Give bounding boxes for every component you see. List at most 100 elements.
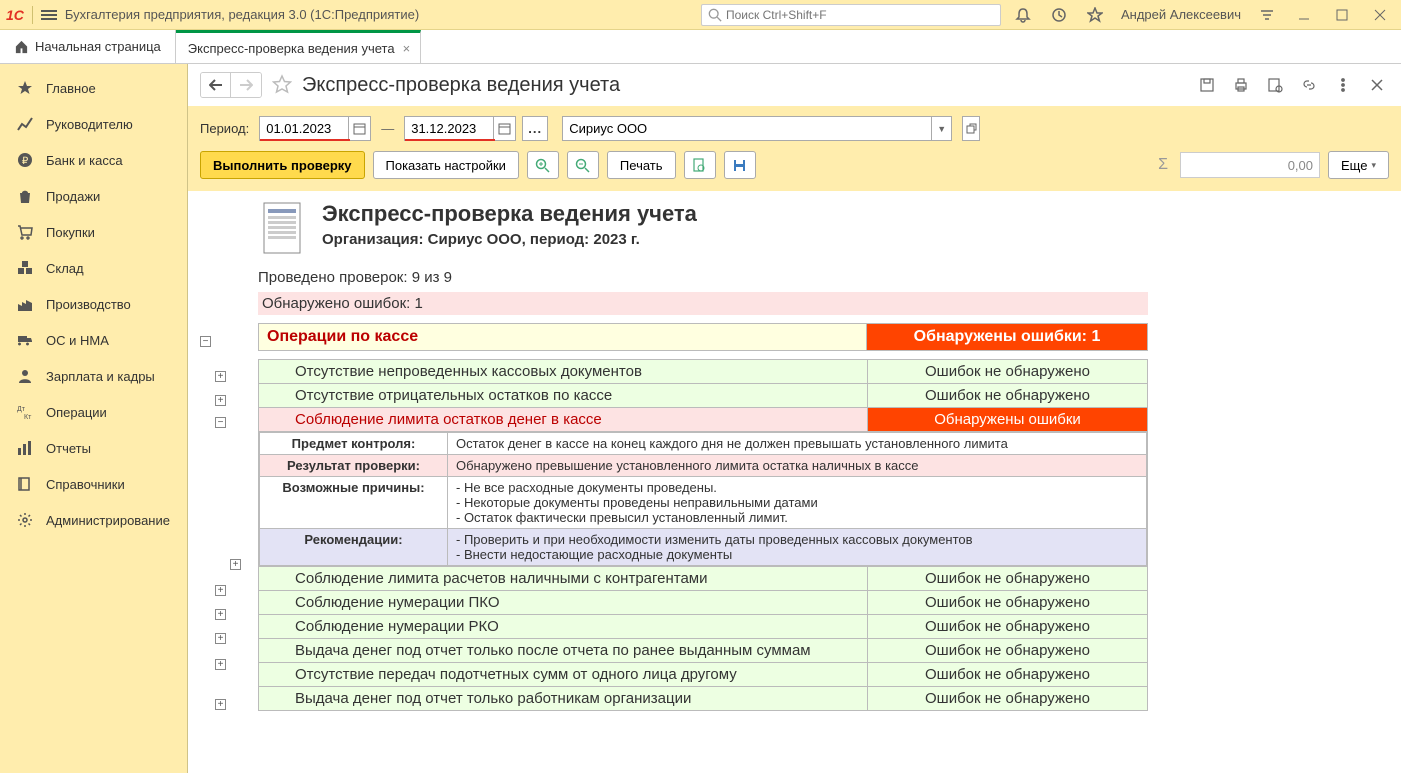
maximize-button[interactable] (1327, 1, 1357, 29)
check-name: Соблюдение нумерации ПКО (259, 591, 868, 615)
favorite-button[interactable] (272, 74, 292, 97)
period-picker-button[interactable]: ... (522, 116, 548, 141)
tab-label: Экспресс-проверка ведения учета (188, 41, 395, 56)
link-icon[interactable] (1297, 73, 1321, 97)
save-disk-button[interactable] (724, 151, 756, 179)
detail-text: - Не все расходные документы проведены. … (448, 477, 1147, 529)
save-icon[interactable] (1195, 73, 1219, 97)
toolbar: Выполнить проверку Показать настройки Пе… (188, 151, 1401, 191)
search-icon (708, 8, 722, 22)
date-from-input[interactable] (260, 121, 348, 136)
tab-express-check[interactable]: Экспресс-проверка ведения учета × (176, 30, 421, 63)
sidebar-item-label: Зарплата и кадры (46, 369, 155, 384)
minimize-button[interactable] (1289, 1, 1319, 29)
tab-home[interactable]: Начальная страница (0, 30, 176, 63)
section-header: Операции по кассе Обнаружены ошибки: 1 (258, 323, 1148, 351)
forward-button[interactable] (231, 73, 261, 97)
tab-close-icon[interactable]: × (403, 41, 411, 56)
back-button[interactable] (201, 73, 231, 97)
tree-expand-icon[interactable]: + (215, 585, 226, 596)
sidebar-item-main[interactable]: Главное (0, 70, 187, 106)
svg-text:Кт: Кт (24, 414, 32, 420)
sidebar-item-label: Администрирование (46, 513, 170, 528)
check-name: Выдача денег под отчет только работникам… (259, 687, 868, 711)
sidebar-item-manager[interactable]: Руководителю (0, 106, 187, 142)
zoom-out-button[interactable] (567, 151, 599, 179)
tree-expand-icon[interactable]: + (215, 395, 226, 406)
date-to-field[interactable] (404, 116, 516, 141)
factory-icon (16, 295, 34, 313)
tree-expand-icon[interactable]: + (215, 609, 226, 620)
tree-expand-icon[interactable]: + (215, 699, 226, 710)
zoom-in-button[interactable] (527, 151, 559, 179)
gear-icon (16, 511, 34, 529)
detail-text: Обнаружено превышение установленного лим… (448, 455, 1147, 477)
sidebar-item-bank[interactable]: ₽Банк и касса (0, 142, 187, 178)
content-area: Экспресс-проверка ведения учета Период: … (188, 64, 1401, 773)
report-area[interactable]: − + + − + + + + + + Экспресс-проверка ве… (188, 191, 1401, 773)
table-row: Соблюдение лимита остатков денег в кассе… (259, 408, 1148, 432)
kebab-icon[interactable] (1331, 73, 1355, 97)
errors-count: Обнаружено ошибок: 1 (258, 292, 1148, 315)
tree-expand-icon[interactable]: + (215, 371, 226, 382)
checks-count: Проведено проверок: 9 из 9 (258, 269, 1148, 286)
tree-collapse-icon[interactable]: − (200, 336, 211, 347)
check-status: Обнаружены ошибки (868, 408, 1148, 432)
sidebar-item-label: Продажи (46, 189, 100, 204)
date-to-input[interactable] (405, 121, 493, 136)
sidebar-item-label: Справочники (46, 477, 125, 492)
sidebar-item-catalogs[interactable]: Справочники (0, 466, 187, 502)
sidebar-item-operations[interactable]: ДтКтОперации (0, 394, 187, 430)
chevron-down-icon[interactable]: ▼ (931, 117, 951, 140)
print-icon[interactable] (1229, 73, 1253, 97)
sidebar-item-sales[interactable]: Продажи (0, 178, 187, 214)
tree-expand-icon[interactable]: + (230, 559, 241, 570)
menu-icon[interactable] (41, 10, 57, 20)
search-input[interactable] (726, 8, 994, 22)
run-check-button[interactable]: Выполнить проверку (200, 151, 365, 179)
tree-expand-icon[interactable]: + (215, 633, 226, 644)
calendar-icon[interactable] (493, 117, 515, 140)
period-label: Период: (200, 121, 249, 136)
sidebar-item-warehouse[interactable]: Склад (0, 250, 187, 286)
star-icon[interactable] (1081, 1, 1109, 29)
check-status: Ошибок не обнаружено (868, 567, 1148, 591)
check-name: Выдача денег под отчет только после отче… (259, 639, 868, 663)
org-ext-button[interactable] (962, 116, 980, 141)
sidebar-item-purchases[interactable]: Покупки (0, 214, 187, 250)
app-title: Бухгалтерия предприятия, редакция 3.0 (1… (65, 7, 419, 22)
org-input[interactable] (563, 117, 931, 140)
sidebar-item-label: Главное (46, 81, 96, 96)
global-search[interactable] (701, 4, 1001, 26)
preview-button[interactable] (684, 151, 716, 179)
print-button[interactable]: Печать (607, 151, 676, 179)
tab-home-label: Начальная страница (35, 39, 161, 54)
tree-expand-icon[interactable]: + (215, 659, 226, 670)
history-icon[interactable] (1045, 1, 1073, 29)
bell-icon[interactable] (1009, 1, 1037, 29)
check-name: Отсутствие непроведенных кассовых докуме… (259, 360, 868, 384)
date-from-field[interactable] (259, 116, 371, 141)
user-name[interactable]: Андрей Алексеевич (1121, 7, 1241, 22)
logo-1c: 1C (6, 7, 24, 23)
sidebar-item-label: Склад (46, 261, 84, 276)
detail-table: Предмет контроля:Остаток денег в кассе н… (259, 432, 1147, 566)
filter-icon[interactable] (1253, 1, 1281, 29)
close-button[interactable] (1365, 1, 1395, 29)
sidebar-item-assets[interactable]: ОС и НМА (0, 322, 187, 358)
close-page-icon[interactable] (1365, 73, 1389, 97)
sidebar-item-production[interactable]: Производство (0, 286, 187, 322)
more-button[interactable]: Еще (1328, 151, 1389, 179)
sidebar-item-reports[interactable]: Отчеты (0, 430, 187, 466)
sidebar-item-hr[interactable]: Зарплата и кадры (0, 358, 187, 394)
tree-collapse-icon[interactable]: − (215, 417, 226, 428)
show-settings-button[interactable]: Показать настройки (373, 151, 519, 179)
export-icon[interactable] (1263, 73, 1287, 97)
table-row: Выдача денег под отчет только работникам… (259, 687, 1148, 711)
org-select[interactable]: ▼ (562, 116, 952, 141)
table-row: Отсутствие непроведенных кассовых докуме… (259, 360, 1148, 384)
divider (32, 6, 33, 24)
calendar-icon[interactable] (348, 117, 370, 140)
sidebar-item-label: Банк и касса (46, 153, 123, 168)
sidebar-item-admin[interactable]: Администрирование (0, 502, 187, 538)
